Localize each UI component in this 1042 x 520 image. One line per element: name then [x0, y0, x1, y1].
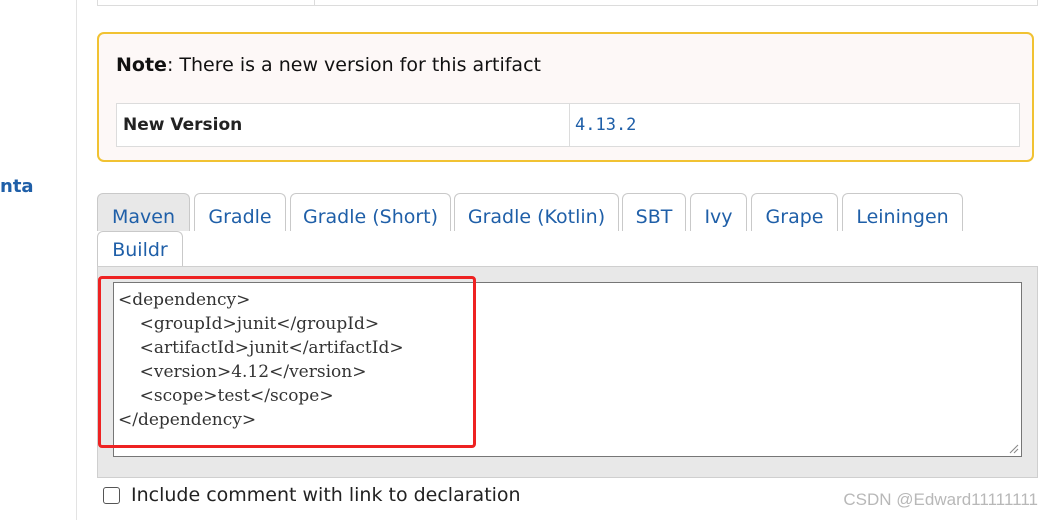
- new-version-note: Note: There is a new version for this ar…: [97, 32, 1034, 162]
- tab-gradle[interactable]: Gradle: [194, 193, 286, 231]
- resize-grip-icon[interactable]: [1009, 444, 1019, 454]
- include-comment-label[interactable]: Include comment with link to declaration: [131, 484, 521, 506]
- dependency-code-textarea[interactable]: <dependency> <groupId>junit</groupId> <a…: [113, 282, 1022, 457]
- tab-ivy[interactable]: Ivy: [690, 193, 747, 231]
- sidebar-divider: [76, 0, 77, 520]
- watermark: CSDN @Edward11111111: [843, 490, 1038, 509]
- dependency-panel: <dependency> <groupId>junit</groupId> <a…: [97, 266, 1038, 478]
- tab-maven[interactable]: Maven: [97, 193, 190, 231]
- include-comment-option[interactable]: Include comment with link to declaration: [103, 482, 521, 508]
- tab-gradle-kotlin[interactable]: Gradle (Kotlin): [454, 193, 619, 231]
- sidebar-link-fragment[interactable]: nta: [0, 176, 34, 197]
- note-text: Note: There is a new version for this ar…: [116, 54, 541, 76]
- tab-sbt[interactable]: SBT: [622, 193, 686, 231]
- tab-leiningen[interactable]: Leiningen: [842, 193, 963, 231]
- new-version-table: New Version 4.13.2: [116, 103, 1020, 147]
- include-comment-checkbox[interactable]: [103, 486, 120, 504]
- tab-gradle-short[interactable]: Gradle (Short): [290, 193, 451, 231]
- tab-grape[interactable]: Grape: [751, 193, 838, 231]
- note-label: Note: [116, 54, 167, 76]
- tab-buildr[interactable]: Buildr: [97, 231, 183, 267]
- note-message: : There is a new version for this artifa…: [166, 54, 541, 76]
- new-version-label: New Version: [123, 115, 243, 135]
- info-table-bottom-edge: [97, 0, 1038, 6]
- dependency-code-text[interactable]: <dependency> <groupId>junit</groupId> <a…: [114, 283, 1021, 432]
- new-version-link[interactable]: 4.13.2: [575, 104, 636, 146]
